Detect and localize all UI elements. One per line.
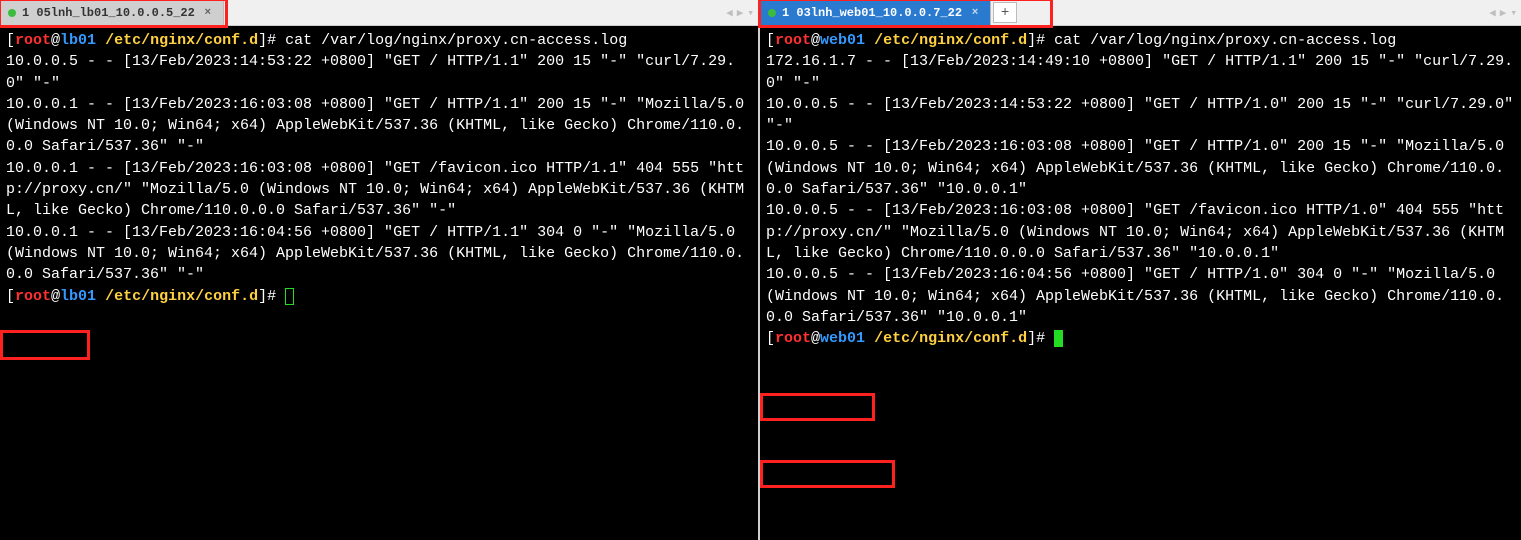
nav-menu-icon[interactable]: ▾ xyxy=(745,6,756,20)
prompt-user: root xyxy=(15,32,51,49)
left-tab-label: 1 05lnh_lb01_10.0.0.5_22 xyxy=(22,6,195,20)
left-log-output: 10.0.0.5 - - [13/Feb/2023:14:53:22 +0800… xyxy=(6,53,753,283)
prompt-user: root xyxy=(775,32,811,49)
prompt-host: lb01 xyxy=(60,32,96,49)
right-tab[interactable]: 1 03lnh_web01_10.0.0.7_22 × xyxy=(760,0,991,25)
nav-menu-icon[interactable]: ▾ xyxy=(1508,6,1519,20)
nav-left-icon[interactable]: ◀ xyxy=(1487,6,1498,20)
right-terminal[interactable]: [root@web01 /etc/nginx/conf.d]# cat /var… xyxy=(760,26,1521,540)
left-tab-nav: ◀ ▶ ▾ xyxy=(724,0,756,25)
right-tab-nav: ◀ ▶ ▾ xyxy=(1487,0,1519,25)
right-log-output: 172.16.1.7 - - [13/Feb/2023:14:49:10 +08… xyxy=(766,53,1521,326)
close-icon[interactable]: × xyxy=(968,6,982,20)
cursor-icon xyxy=(285,288,294,305)
close-icon[interactable]: × xyxy=(201,6,215,20)
nav-right-icon[interactable]: ▶ xyxy=(1498,6,1509,20)
right-pane: 1 03lnh_web01_10.0.0.7_22 × + ◀ ▶ ▾ [roo… xyxy=(760,0,1521,540)
left-command: cat /var/log/nginx/proxy.cn-access.log xyxy=(285,32,627,49)
prompt-path: /etc/nginx/conf.d xyxy=(105,32,258,49)
left-pane: 1 05lnh_lb01_10.0.0.5_22 × ◀ ▶ ▾ [root@l… xyxy=(0,0,760,540)
status-dot-icon xyxy=(768,9,776,17)
right-tab-bar: 1 03lnh_web01_10.0.0.7_22 × + ◀ ▶ ▾ xyxy=(760,0,1521,26)
left-terminal[interactable]: [root@lb01 /etc/nginx/conf.d]# cat /var/… xyxy=(0,26,758,540)
left-tab-bar: 1 05lnh_lb01_10.0.0.5_22 × ◀ ▶ ▾ xyxy=(0,0,758,26)
nav-left-icon[interactable]: ◀ xyxy=(724,6,735,20)
left-tab[interactable]: 1 05lnh_lb01_10.0.0.5_22 × xyxy=(0,0,224,25)
right-tab-label: 1 03lnh_web01_10.0.0.7_22 xyxy=(782,6,962,20)
prompt-suffix: ]# xyxy=(258,32,276,49)
prompt-host: web01 xyxy=(820,32,865,49)
status-dot-icon xyxy=(8,9,16,17)
add-tab-button[interactable]: + xyxy=(993,2,1017,23)
prompt-suffix: ]# xyxy=(1027,32,1045,49)
plus-icon: + xyxy=(1001,5,1009,21)
right-command: cat /var/log/nginx/proxy.cn-access.log xyxy=(1054,32,1396,49)
nav-right-icon[interactable]: ▶ xyxy=(735,6,746,20)
cursor-icon xyxy=(1054,330,1063,347)
prompt-path: /etc/nginx/conf.d xyxy=(874,32,1027,49)
